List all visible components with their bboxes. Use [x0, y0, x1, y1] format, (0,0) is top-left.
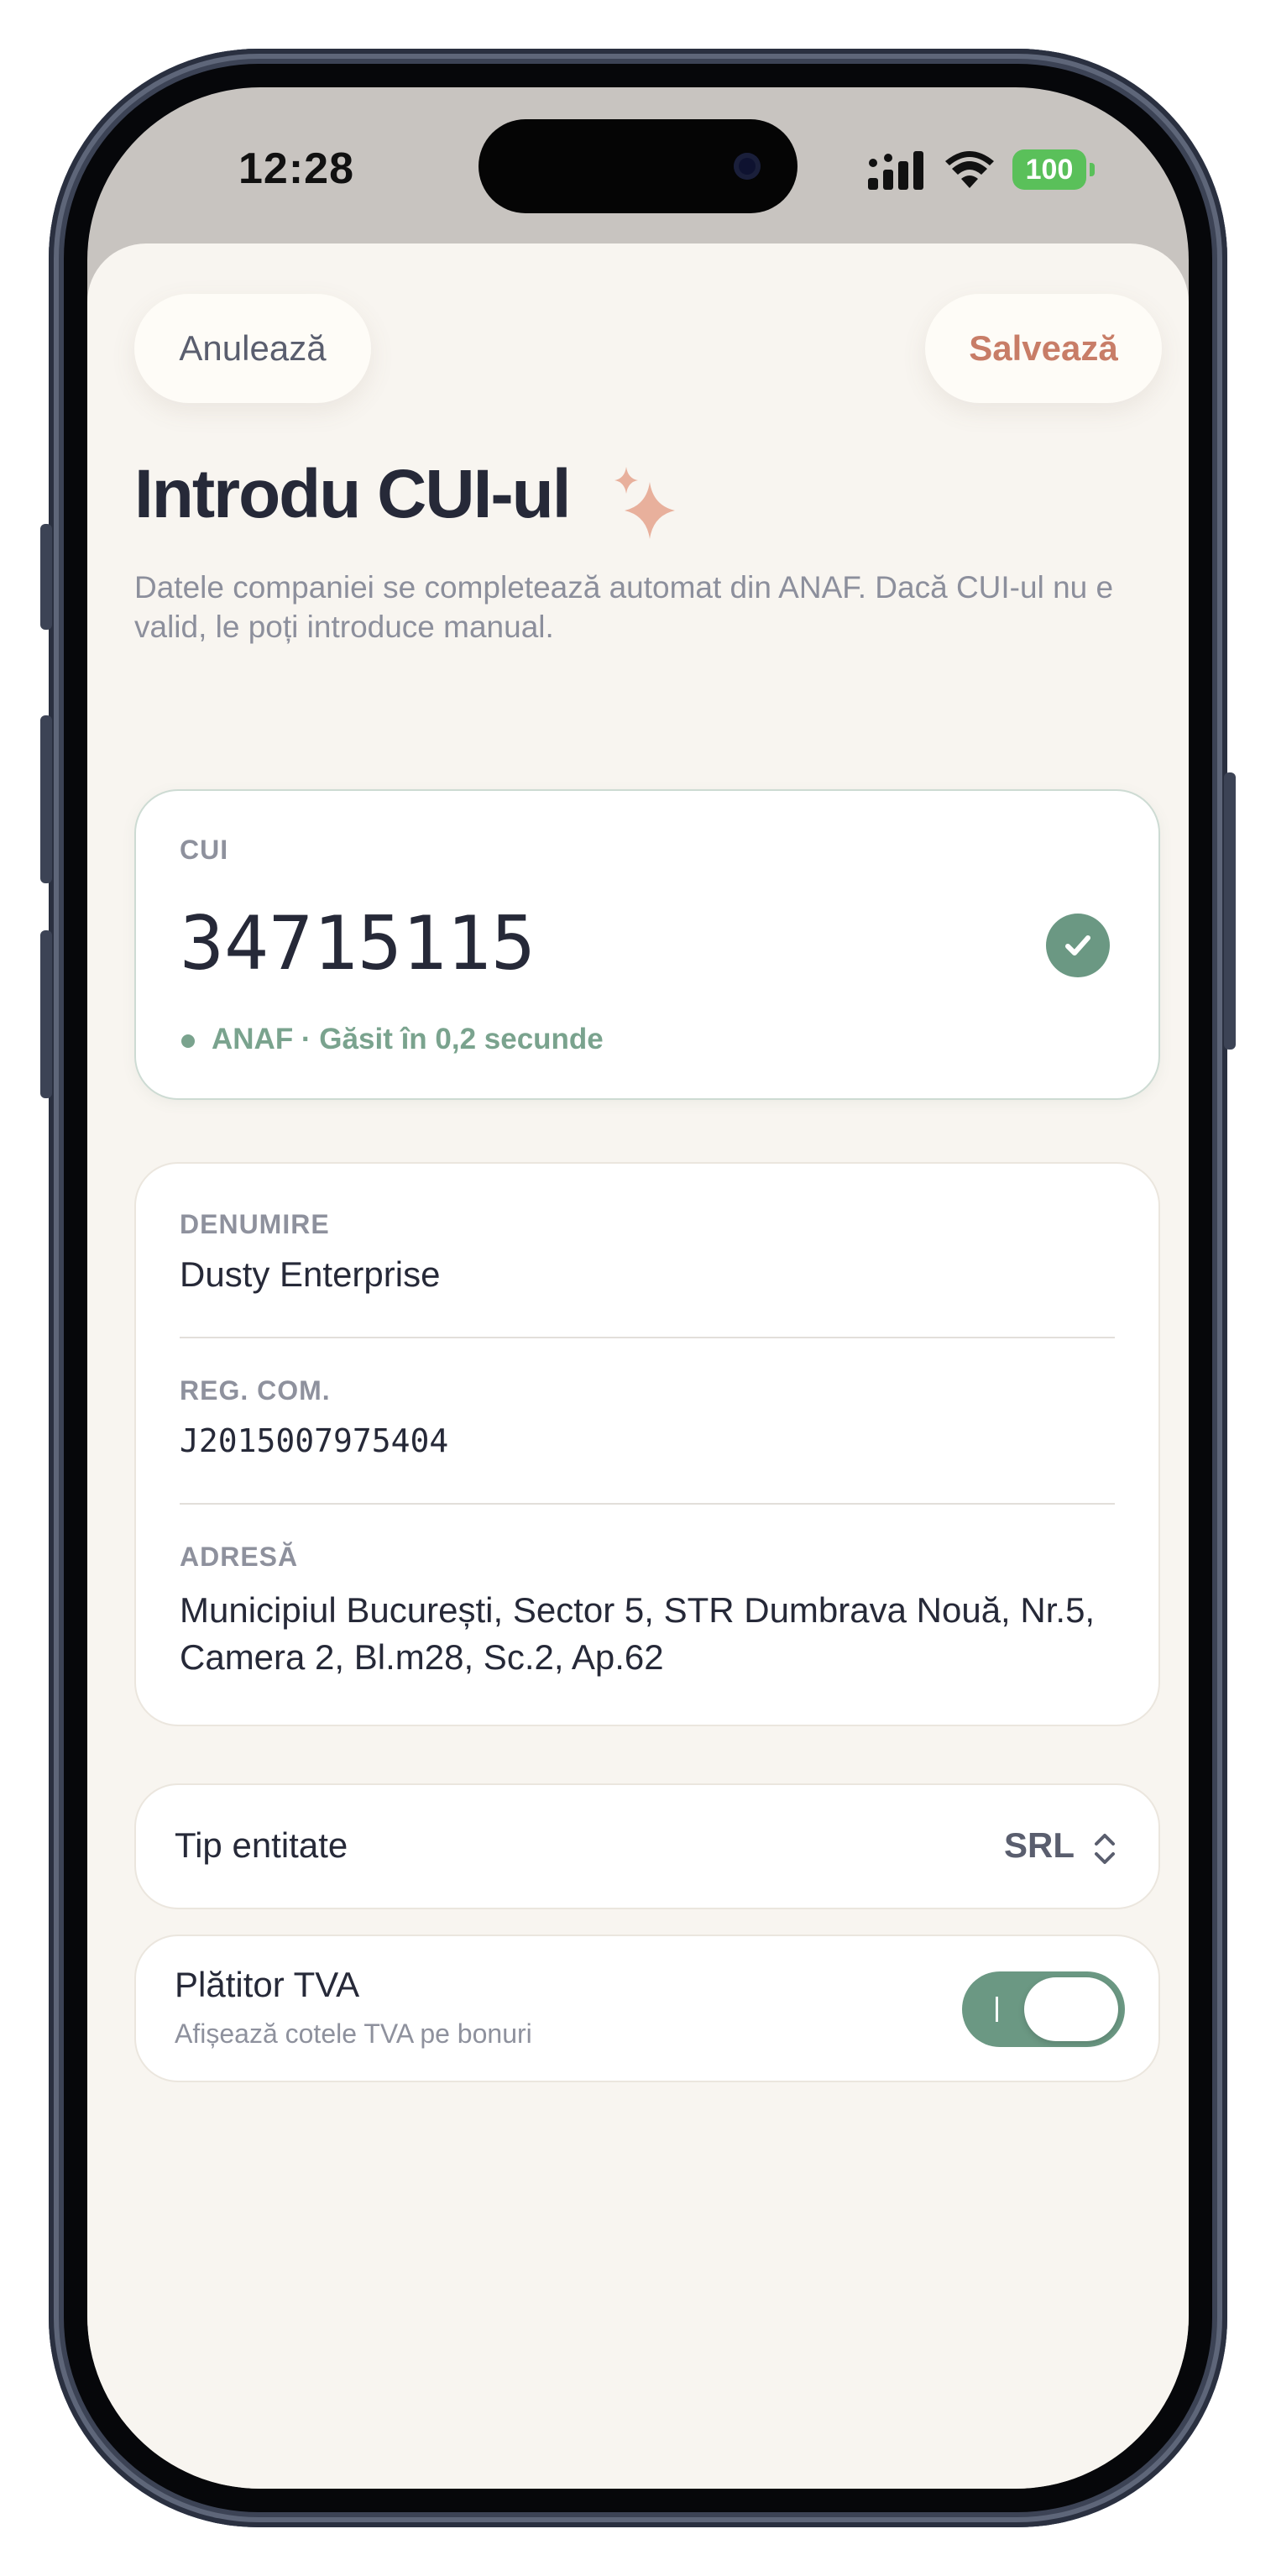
toggle-on-indicator [996, 1997, 998, 2022]
subtitle: Datele companiei se completează automat … [134, 570, 1114, 644]
battery-nub [1090, 163, 1095, 176]
dynamic-island [478, 119, 798, 213]
chevron-up-down-icon [1095, 1834, 1115, 1864]
address-label: ADRESĂ [180, 1542, 299, 1572]
battery-icon: 100 [1012, 149, 1086, 190]
volume-up-button [40, 715, 52, 883]
cancel-button[interactable]: Anulează [134, 294, 371, 403]
divider [180, 1503, 1115, 1505]
page-title: Introdu CUI-ul [134, 456, 572, 532]
sheet: Anulează Salvează Introdu CUI-ul Datele … [87, 243, 1189, 2489]
check-icon [1046, 914, 1110, 977]
action-button [40, 524, 52, 630]
signal-icon [868, 151, 923, 190]
camera-icon [734, 153, 761, 180]
vat-toggle[interactable] [962, 1971, 1125, 2047]
entity-type-row[interactable]: Tip entitate SRL [134, 1783, 1160, 1909]
company-details-card: DENUMIRE Dusty Enterprise REG. COM. J201… [134, 1162, 1160, 1726]
save-button[interactable]: Salvează [925, 294, 1162, 403]
status-time: 12:28 [238, 144, 354, 193]
cui-label: CUI [180, 835, 229, 865]
address-value[interactable]: Municipiul București, Sector 5, STR Dumb… [180, 1587, 1111, 1681]
entity-type-label: Tip entitate [175, 1825, 348, 1865]
divider [180, 1337, 1115, 1338]
vat-title: Plătitor TVA [175, 1965, 360, 2004]
toggle-knob [1024, 1977, 1118, 2041]
company-name[interactable]: Dusty Enterprise [180, 1254, 440, 1295]
vat-subtitle: Afișează cotele TVA pe bonuri [175, 2018, 532, 2049]
power-button [1224, 772, 1236, 1050]
checkmark-icon [1065, 935, 1090, 956]
reg-com-value[interactable]: J2015007975404 [180, 1422, 448, 1459]
entity-type-value[interactable]: SRL [1004, 1825, 1075, 1866]
status-dot [181, 1034, 195, 1048]
name-label: DENUMIRE [180, 1209, 330, 1239]
wifi-icon [945, 151, 994, 188]
cui-card[interactable]: CUI 34715115 ANAF · Găsit în 0,2 secunde [134, 789, 1160, 1100]
anaf-status: ANAF · Găsit în 0,2 secunde [212, 1023, 604, 1055]
reg-label: REG. COM. [180, 1375, 331, 1406]
vat-payer-row: Plătitor TVA Afișează cotele TVA pe bonu… [134, 1935, 1160, 2082]
sparkle-icon [614, 467, 675, 539]
volume-down-button [40, 930, 52, 1098]
status-icons: 100 [868, 146, 1120, 196]
screen: 12:28 100 Anulează Salvează Introdu CUI-… [87, 87, 1189, 2489]
cui-input[interactable]: 34715115 [180, 900, 536, 987]
